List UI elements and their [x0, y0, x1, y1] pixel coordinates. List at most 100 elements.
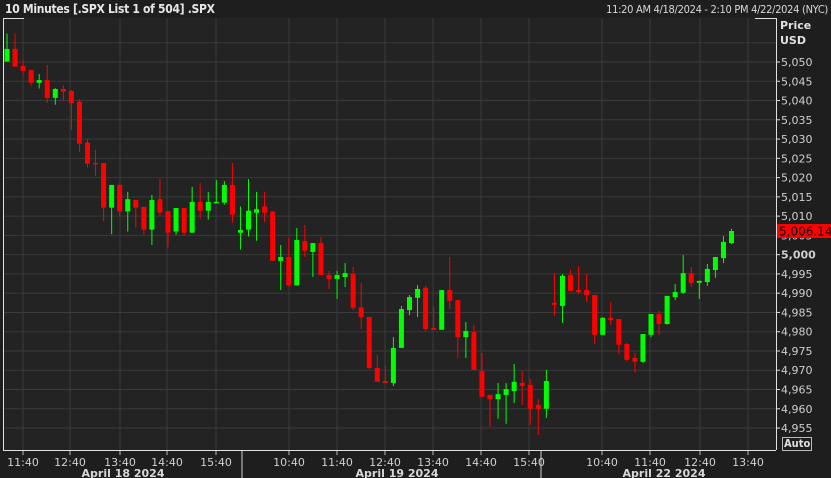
candle-body: [165, 211, 171, 233]
candle: [366, 317, 372, 370]
candle-body: [479, 371, 485, 397]
candle-body: [358, 307, 364, 318]
y-tick-label: 4,965: [781, 384, 813, 397]
y-tick-label: 4,975: [781, 345, 813, 358]
candle: [439, 290, 445, 330]
candle-body: [382, 381, 388, 383]
candle-body: [729, 230, 734, 244]
x-axis: 11:40 12:40 13:40 14:40 15:40 10:40 11:40 12:40…: [7, 451, 764, 478]
auto-scale-button[interactable]: Auto: [782, 437, 813, 451]
candle-body: [205, 201, 211, 211]
candle-body: [229, 184, 235, 215]
candle-body: [76, 101, 82, 144]
y-tick-label: 5,010: [781, 210, 813, 223]
x-tick-label: 14:40: [465, 456, 497, 469]
candle-body: [318, 243, 324, 276]
date-label: April 18 2024: [82, 467, 165, 478]
candle-body: [664, 295, 670, 325]
candle-body: [688, 273, 694, 283]
candle-body: [624, 344, 630, 360]
candle-body: [52, 88, 58, 98]
candle-body: [584, 290, 590, 296]
candle-body: [189, 201, 195, 233]
candle-body: [535, 404, 541, 409]
candle-body: [471, 332, 477, 370]
candle-body: [543, 381, 549, 409]
candle-body: [109, 184, 115, 208]
candle-body: [672, 292, 678, 298]
candle-body: [28, 70, 34, 83]
candle-body: [286, 256, 292, 286]
candle-body: [431, 327, 437, 330]
candle-body: [704, 268, 710, 283]
candle-body: [270, 211, 276, 261]
candle-body: [133, 199, 139, 208]
candle-body: [407, 297, 412, 311]
candle-body: [60, 88, 66, 92]
x-tick-label: 10:40: [586, 456, 618, 469]
candle-body: [640, 334, 646, 362]
candle-body: [254, 209, 260, 213]
x-tick-label: 15:40: [200, 456, 232, 469]
candle-body: [221, 184, 227, 203]
candle-body: [527, 384, 533, 409]
candle-body: [415, 288, 421, 298]
candle-body: [551, 302, 557, 305]
candle-body: [213, 201, 219, 204]
candle-body: [576, 290, 582, 293]
candle-body: [262, 206, 268, 213]
candle-body: [20, 65, 26, 71]
candle: [181, 208, 187, 236]
candle-body: [503, 389, 509, 395]
candle-body: [4, 48, 10, 62]
date-label: April 19 2024: [356, 467, 439, 478]
y-tick-label: 4,970: [781, 364, 813, 377]
y-tick-label: 4,955: [781, 422, 813, 435]
last-price-label: 5,006.14: [779, 224, 831, 238]
candle-body: [511, 381, 517, 392]
y-tick-label: 5,015: [781, 191, 813, 204]
candle-body: [600, 317, 606, 335]
candle-body: [342, 273, 348, 277]
candle-body: [334, 275, 340, 279]
candle: [600, 317, 606, 335]
candle-body: [720, 241, 726, 259]
candle-body: [278, 256, 284, 261]
candle-body: [101, 162, 107, 208]
candle-body: [616, 318, 622, 345]
candle-body: [246, 210, 251, 230]
candle-body: [648, 313, 654, 335]
candle-body: [125, 199, 131, 212]
x-tick-label: 10:40: [273, 456, 305, 469]
candle-body: [149, 199, 155, 230]
x-tick-label: 13:40: [732, 456, 764, 469]
x-tick-label: 11:40: [7, 456, 39, 469]
candle-body: [326, 275, 332, 279]
candle: [648, 313, 654, 338]
y-tick-label: 5,000: [781, 249, 816, 262]
x-tick-label: 15:40: [513, 456, 545, 469]
candle: [664, 295, 670, 325]
candle-body: [455, 300, 461, 338]
candlestick-chart[interactable]: Price USD 4,955 4,960 4,965 4,970 4,975 4,980…: [0, 0, 831, 478]
candle: [423, 285, 429, 331]
candle: [173, 208, 179, 235]
candle-body: [157, 199, 163, 213]
candle-body: [463, 330, 469, 338]
candle-body: [712, 256, 718, 271]
date-label: April 22 2024: [623, 467, 706, 478]
candle-body: [366, 317, 372, 368]
candle-body: [696, 280, 702, 283]
candle: [729, 228, 734, 244]
y-tick-label: 5,020: [781, 172, 813, 185]
candle-body: [568, 275, 573, 291]
candle-body: [390, 347, 396, 383]
candle-body: [398, 308, 404, 348]
y-tick-label: 5,030: [781, 133, 813, 146]
candle-body: [559, 275, 565, 306]
candle-body: [181, 208, 187, 233]
candle-body: [350, 273, 356, 308]
candle: [85, 139, 90, 168]
candle-body: [36, 80, 42, 83]
candle-body: [310, 243, 316, 252]
